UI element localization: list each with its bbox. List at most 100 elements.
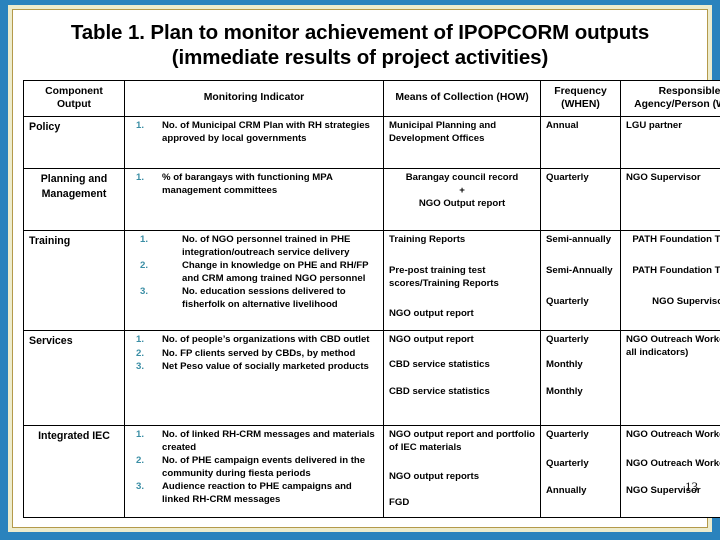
indicator-list: 1. No. of linked RH-CRM messages and mate…	[130, 429, 378, 506]
cell-frequency: Quarterly	[540, 168, 621, 232]
indicator-list-item: 3. No. education sessions delivered to fi…	[130, 286, 378, 311]
indicator-number: 1.	[136, 334, 145, 346]
cell-component-output: Training	[23, 230, 125, 332]
cell-frequency: Annual	[540, 116, 621, 170]
table-row: Policy 1. No. of Municipal CRM Plan with R…	[23, 116, 720, 170]
table-container: Component Output Monitoring Indicator Me…	[13, 74, 720, 519]
cell-responsible-agency: LGU partner	[620, 116, 720, 170]
cell-frequency-line: Semi-Annually	[546, 265, 613, 277]
cell-frequency-line: Annually	[546, 484, 587, 496]
monitoring-plan-table: Component Output Monitoring Indicator Me…	[23, 79, 720, 519]
cell-responsible-agency-line: PATH Foundation Trainer	[632, 234, 720, 246]
cell-frequency-line: Quarterly	[546, 429, 589, 441]
table-header-row: Component Output Monitoring Indicator Me…	[23, 79, 720, 118]
indicator-number: 2.	[140, 260, 149, 272]
cell-means-of-collection-line: Pre-post training test scores/Training R…	[389, 265, 499, 289]
cell-responsible-agency-line: NGO Outreach Worker (for all indicators)	[626, 334, 720, 359]
cell-monitoring-indicator: 1. No. of linked RH-CRM messages and mate…	[124, 425, 384, 519]
cell-means-of-collection-line: NGO output report and portfolio of IEC m…	[389, 429, 536, 454]
cell-means-of-collection: Barangay council record + NGO Output rep…	[383, 168, 541, 232]
cell-responsible-agency: PATH Foundation Trainer PATH Foundation T…	[620, 230, 720, 332]
table-row: Planning and Management 1. % of barangays …	[23, 168, 720, 232]
page-title: Table 1. Plan to monitor achievement of …	[70, 21, 650, 69]
cell-frequency-line: Quarterly	[546, 458, 589, 470]
cell-means-of-collection: NGO output report and portfolio of IEC m…	[383, 425, 541, 519]
cell-means-of-collection-line: NGO output report	[389, 334, 474, 346]
cell-monitoring-indicator: 1. % of barangays with functioning MPA ma…	[124, 168, 384, 232]
indicator-list-item: 1. No. of NGO personnel trained in PHE in…	[130, 234, 378, 259]
indicator-text: No. of Municipal CRM Plan with RH strate…	[162, 120, 370, 144]
slide-frame-cream: Table 1. Plan to monitor achievement of …	[8, 5, 720, 532]
indicator-list: 1. % of barangays with functioning MPA ma…	[130, 172, 378, 197]
cell-responsible-agency-line: LGU partner	[626, 120, 682, 132]
column-header-responsible-agency: Responsible Agency/Person (WHO)	[620, 79, 720, 118]
cell-responsible-agency: NGO Outreach Worker (for all indicators)	[620, 330, 720, 427]
cell-means-of-collection-line: Barangay council record + NGO Output rep…	[405, 172, 519, 209]
indicator-text: Net Peso value of socially marketed prod…	[162, 361, 369, 373]
indicator-text: No. of PHE campaign events delivered in …	[162, 455, 366, 479]
indicator-number: 3.	[136, 481, 145, 493]
indicator-text: Audience reaction to PHE campaigns and l…	[162, 481, 352, 505]
cell-monitoring-indicator: 1. No. of NGO personnel trained in PHE in…	[124, 230, 384, 332]
cell-component-output: Integrated IEC	[23, 425, 125, 519]
cell-frequency-line: Monthly	[546, 359, 583, 371]
indicator-list-item: 2. Change in knowledge on PHE and RH/FP a…	[130, 260, 378, 285]
cell-component-output: Policy	[23, 116, 125, 170]
indicator-number: 2.	[136, 347, 145, 359]
cell-monitoring-indicator: 1. No. of people’s organizations with CBD…	[124, 330, 384, 427]
indicator-list-item: 2. No. of PHE campaign events delivered i…	[130, 455, 378, 480]
indicator-number: 1.	[136, 172, 145, 184]
cell-frequency-line: Quarterly	[546, 295, 589, 307]
cell-responsible-agency-line: NGO Outreach Worker	[626, 458, 720, 470]
cell-responsible-agency-line: PATH Foundation Trainer	[632, 265, 720, 277]
cell-frequency: Quarterly Monthly Monthly	[540, 330, 621, 427]
indicator-text: % of barangays with functioning MPA mana…	[162, 172, 333, 196]
indicator-list-item: 3. Audience reaction to PHE campaigns and…	[130, 481, 378, 506]
indicator-text: No. of linked RH-CRM messages and materi…	[162, 429, 375, 453]
indicator-list-item: 2. No. FP clients served by CBDs, by meth…	[130, 348, 378, 360]
cell-responsible-agency-line: NGO Supervisor	[652, 295, 720, 307]
indicator-number: 1.	[136, 120, 145, 132]
indicator-number: 2.	[136, 455, 145, 467]
indicator-list-item: 1. No. of Municipal CRM Plan with RH stra…	[130, 120, 378, 145]
column-header-monitoring-indicator: Monitoring Indicator	[124, 79, 384, 118]
column-header-means-of-collection: Means of Collection (HOW)	[383, 79, 541, 118]
indicator-list-item: 1. No. of people’s organizations with CBD…	[130, 334, 378, 346]
page-number: 13	[685, 479, 698, 494]
cell-means-of-collection: Training Reports Pre-post training test s…	[383, 230, 541, 332]
cell-responsible-agency-line: NGO Supervisor	[626, 484, 701, 496]
cell-monitoring-indicator: 1. No. of Municipal CRM Plan with RH stra…	[124, 116, 384, 170]
cell-means-of-collection-line: Training Reports	[389, 234, 466, 246]
cell-frequency-line: Quarterly	[546, 172, 589, 184]
indicator-list: 1. No. of people’s organizations with CBD…	[130, 334, 378, 373]
cell-frequency-line: Quarterly	[546, 334, 589, 346]
cell-means-of-collection-line: Municipal Planning and Development Offic…	[389, 120, 497, 145]
slide: Table 1. Plan to monitor achievement of …	[0, 0, 720, 540]
slide-frame-gold: Table 1. Plan to monitor achievement of …	[12, 9, 720, 528]
table-header: Component Output Monitoring Indicator Me…	[23, 79, 720, 118]
indicator-list-item: 1. No. of linked RH-CRM messages and mate…	[130, 429, 378, 454]
indicator-number: 3.	[136, 361, 145, 373]
indicator-text: Change in knowledge on PHE and RH/FP and…	[182, 260, 369, 284]
column-header-component-output: Component Output	[23, 79, 125, 118]
cell-responsible-agency: NGO Supervisor	[620, 168, 720, 232]
cell-responsible-agency: NGO Outreach Worker NGO Outreach Worker NG…	[620, 425, 720, 519]
cell-frequency: Semi-annually Semi-Annually Quarterly	[540, 230, 621, 332]
indicator-list-item: 1. % of barangays with functioning MPA ma…	[130, 172, 378, 197]
table-row: Services 1. No. of people’s organizations …	[23, 330, 720, 427]
